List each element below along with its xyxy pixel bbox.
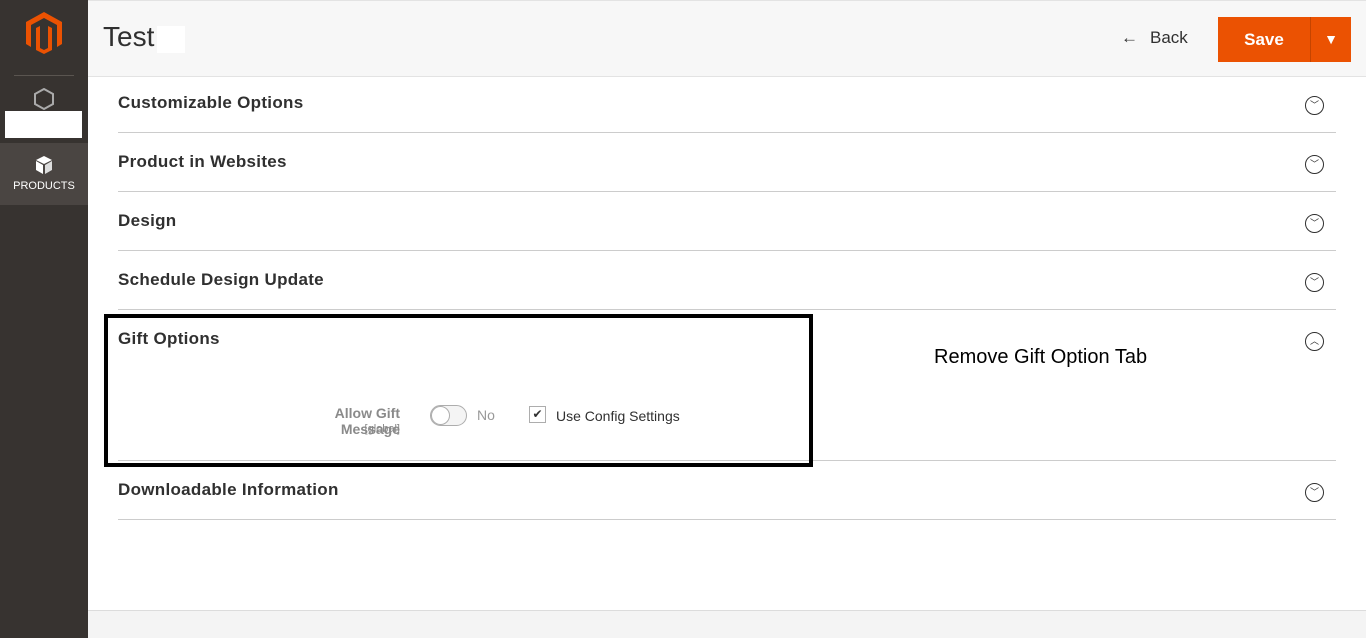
page-footer: [88, 610, 1366, 638]
back-button[interactable]: ← Back: [1121, 28, 1188, 48]
redacted-title-part: [157, 26, 185, 53]
section-design[interactable]: Design ﹀: [118, 192, 1336, 251]
caret-down-icon: ▼: [1324, 31, 1338, 47]
section-title: Product in Websites: [118, 152, 287, 171]
section-product-in-websites[interactable]: Product in Websites ﹀: [118, 133, 1336, 192]
save-options-dropdown[interactable]: ▼: [1310, 17, 1351, 62]
sidebar-item-products[interactable]: PRODUCTS: [0, 143, 88, 205]
page-title: Test: [103, 21, 155, 52]
section-downloadable-information[interactable]: Downloadable Information ﹀: [118, 461, 1336, 520]
section-title: Downloadable Information: [118, 480, 339, 499]
arrow-left-icon: ←: [1121, 28, 1138, 47]
sidebar-divider: [14, 75, 74, 76]
section-title: Customizable Options: [118, 93, 304, 112]
redacted-nav-item[interactable]: [5, 111, 82, 138]
annotation-text: Remove Gift Option Tab: [934, 346, 1148, 368]
chevron-down-icon[interactable]: ﹀: [1305, 273, 1324, 292]
chevron-down-icon[interactable]: ﹀: [1305, 155, 1324, 174]
section-title: Schedule Design Update: [118, 270, 324, 289]
page-header: Test ← Back Save ▼: [88, 0, 1366, 77]
section-title: Design: [118, 211, 177, 230]
admin-sidebar: PRODUCTS: [0, 0, 88, 638]
save-button[interactable]: Save: [1218, 17, 1310, 62]
back-label: Back: [1150, 28, 1188, 47]
chevron-down-icon[interactable]: ﹀: [1305, 96, 1324, 115]
chevron-down-icon[interactable]: ﹀: [1305, 214, 1324, 233]
annotation-highlight-box: [104, 314, 813, 467]
box-icon: [36, 156, 52, 174]
sidebar-item-label: PRODUCTS: [13, 180, 75, 192]
section-customizable-options[interactable]: Customizable Options ﹀: [118, 77, 1336, 133]
magento-logo-icon[interactable]: [26, 12, 62, 54]
section-schedule-design-update[interactable]: Schedule Design Update ﹀: [118, 251, 1336, 310]
chevron-down-icon[interactable]: ﹀: [1305, 483, 1324, 502]
chevron-up-icon[interactable]: ︿: [1305, 332, 1324, 351]
hexagon-icon[interactable]: [34, 88, 54, 110]
